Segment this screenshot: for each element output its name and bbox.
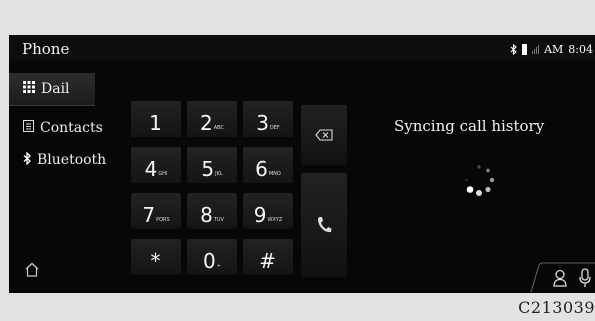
bluetooth-icon — [23, 150, 31, 169]
call-button[interactable] — [301, 173, 347, 277]
key-digit: 2 — [200, 111, 213, 135]
key-digit: * — [150, 249, 161, 273]
key-5[interactable]: 5 JKL — [187, 147, 237, 183]
key-letters: PQRS — [156, 217, 170, 223]
key-digit: 0 — [203, 249, 216, 273]
battery-icon — [522, 44, 528, 55]
sidebar-item-label: Contacts — [40, 120, 103, 136]
key-1[interactable]: 1 — [131, 101, 181, 137]
key-letters: TUV — [213, 217, 224, 223]
key-letters: + — [216, 263, 221, 269]
sidebar-item-label: Bluetooth — [37, 152, 107, 168]
key-9[interactable]: 9 WXYZ — [243, 193, 293, 229]
dialpad-icon — [23, 81, 35, 97]
top-bar — [9, 35, 595, 61]
infotainment-screen: Phone AM 8:04 Dail Contacts Bluetooth 1 … — [9, 35, 595, 293]
sidebar-item-contacts[interactable]: Contacts — [9, 112, 119, 144]
key-8[interactable]: 8 TUV — [187, 193, 237, 229]
key-letters: WXYZ — [267, 217, 283, 223]
clock-time: 8:04 — [568, 43, 593, 56]
key-hash[interactable]: # — [243, 239, 293, 275]
key-letters: MNO — [268, 171, 281, 177]
backspace-button[interactable] — [301, 105, 347, 165]
app-title: Phone — [22, 40, 70, 58]
key-digit: 7 — [142, 203, 156, 227]
time-ampm: AM — [544, 43, 564, 56]
sidebar-item-label: Dail — [41, 81, 70, 97]
phone-handset-icon — [318, 217, 332, 233]
key-letters: ABC — [213, 125, 224, 131]
figure-code: C213039 — [518, 298, 595, 317]
key-letters: GHI — [158, 171, 168, 177]
person-icon[interactable] — [553, 269, 567, 287]
key-digit: 6 — [255, 157, 268, 181]
key-4[interactable]: 4 GHI — [131, 147, 181, 183]
key-digit: # — [259, 249, 276, 273]
sidebar-item-dail[interactable]: Dail — [9, 73, 95, 106]
signal-icon — [532, 45, 540, 54]
home-button[interactable] — [24, 262, 40, 281]
status-bar: AM 8:04 — [510, 43, 593, 56]
sidebar-item-bluetooth[interactable]: Bluetooth — [9, 144, 119, 176]
contacts-book-icon — [23, 120, 34, 136]
key-digit: 8 — [200, 203, 213, 227]
home-icon — [25, 262, 39, 277]
key-2[interactable]: 2 ABC — [187, 101, 237, 137]
key-0[interactable]: 0 + — [187, 239, 237, 275]
bluetooth-icon — [510, 44, 517, 55]
key-3[interactable]: 3 DEF — [243, 101, 293, 137]
loading-spinner-icon — [465, 165, 495, 196]
key-digit: 4 — [144, 157, 158, 181]
key-digit: 9 — [253, 203, 267, 227]
key-letters: JKL — [215, 171, 223, 177]
key-star[interactable]: * — [131, 239, 181, 275]
key-6[interactable]: 6 MNO — [243, 147, 293, 183]
key-digit: 3 — [256, 111, 269, 135]
key-digit: 1 — [149, 111, 162, 135]
key-7[interactable]: 7 PQRS — [131, 193, 181, 229]
microphone-icon[interactable] — [579, 268, 591, 288]
sync-status-text: Syncing call history — [394, 117, 545, 135]
key-digit: 5 — [201, 157, 215, 181]
bottom-tray — [529, 261, 595, 293]
key-letters: DEF — [269, 125, 280, 131]
sidebar: Dail Contacts Bluetooth — [9, 73, 119, 176]
backspace-icon — [315, 129, 333, 141]
